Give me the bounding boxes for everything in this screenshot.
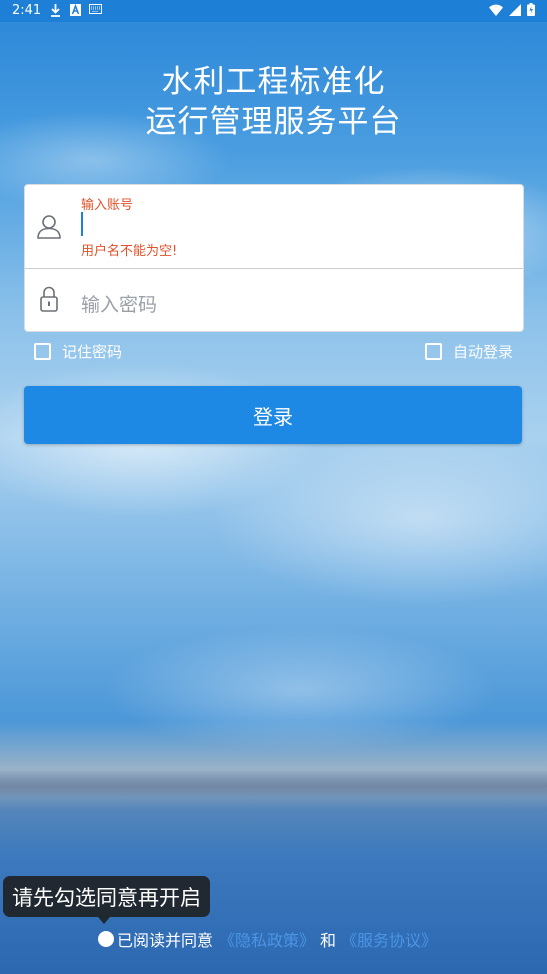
login-button[interactable]: 登录 [24,386,522,444]
remember-password-label: 记住密码 [62,343,123,361]
account-error-text: 用户名不能为空! [81,244,178,259]
password-field[interactable]: 输入密码 [25,269,523,331]
lock-icon [38,285,60,313]
privacy-policy-link[interactable]: 《隐私政策》 [219,927,315,951]
background-shoreline [0,770,547,810]
agreement-row: 已阅读并同意 《隐私政策》 和 《服务协议》 [98,927,437,951]
login-form: 输入账号 用户名不能为空! 输入密码 [24,184,524,332]
user-icon [36,213,62,239]
auto-login-checkbox[interactable]: 自动登录 [425,341,513,362]
app-title-line1: 水利工程标准化 [161,64,386,100]
remember-password-checkbox[interactable]: 记住密码 [34,341,122,362]
remember-password-box[interactable] [34,343,51,360]
a-icon [70,3,81,19]
download-icon [50,4,61,20]
service-agreement-link[interactable]: 《服务协议》 [341,927,437,951]
battery-icon [527,3,535,20]
text-cursor [81,212,83,236]
keyboard-icon [89,4,102,17]
status-right-icons [489,3,535,20]
status-bar: 2:41 [0,0,547,22]
app-title-line2: 运行管理服务平台 [145,104,402,140]
wifi-icon [489,4,503,20]
auto-login-box[interactable] [425,343,442,360]
status-time: 2:41 [12,3,42,18]
agreement-conjunction: 和 [320,931,337,950]
app-title: 水利工程标准化 运行管理服务平台 [0,62,547,142]
account-field[interactable]: 输入账号 用户名不能为空! [25,185,523,269]
signal-icon [509,3,521,20]
toast-message: 请先勾选同意再开启 [3,876,210,917]
agreement-radio[interactable] [98,931,114,947]
toast-tail [98,917,110,924]
auto-login-label: 自动登录 [453,343,514,361]
agreement-prefix: 已阅读并同意 [117,931,214,950]
account-label: 输入账号 [81,198,134,213]
password-input[interactable]: 输入密码 [81,290,157,317]
